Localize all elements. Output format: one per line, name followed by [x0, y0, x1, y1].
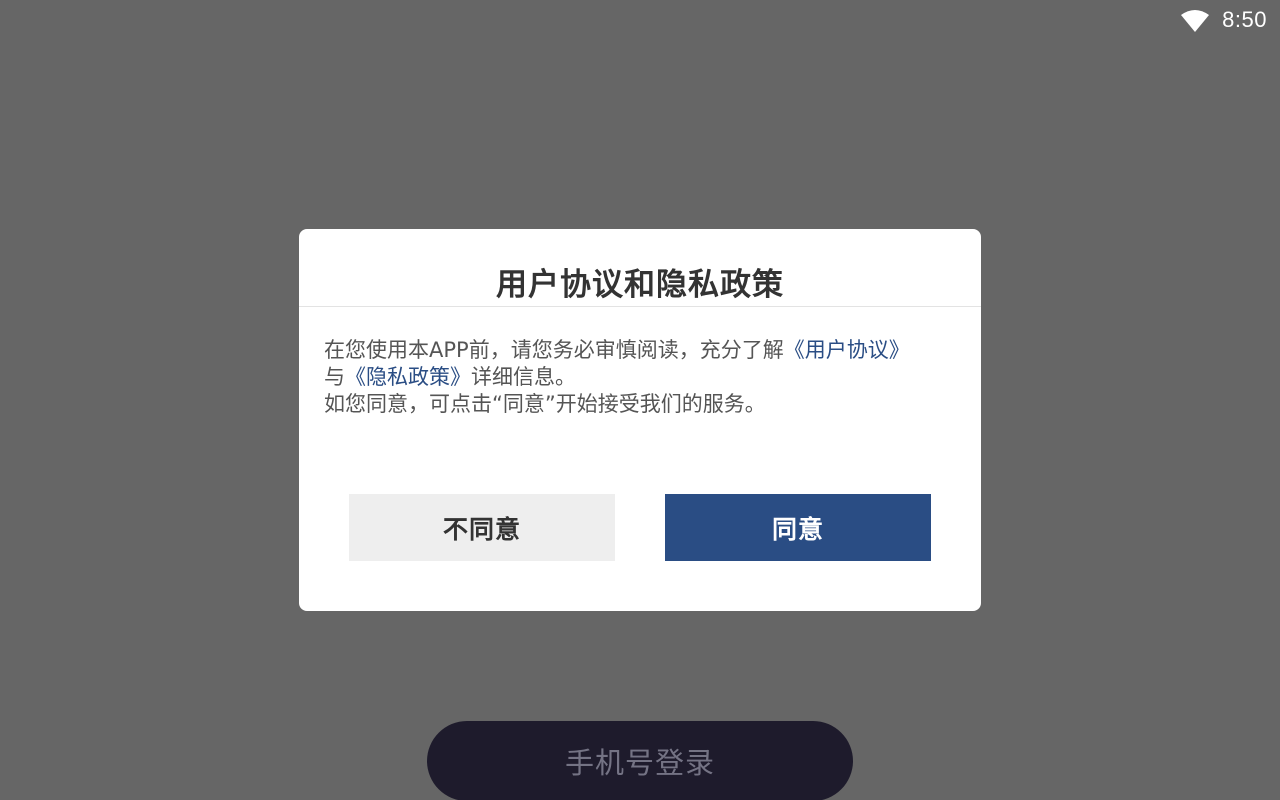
body-text-2: 与: [324, 365, 345, 389]
dialog-divider: [299, 306, 981, 307]
body-text-3: 详细信息。: [471, 365, 576, 389]
agree-button[interactable]: 同意: [665, 494, 931, 561]
privacy-consent-dialog: 用户协议和隐私政策 在您使用本APP前，请您务必审慎阅读，充分了解《用户协议》与…: [299, 229, 981, 611]
wifi-icon: [1181, 10, 1210, 32]
dialog-body-paragraph-1: 在您使用本APP前，请您务必审慎阅读，充分了解《用户协议》与《隐私政策》详细信息…: [324, 337, 929, 391]
dialog-body: 在您使用本APP前，请您务必审慎阅读，充分了解《用户协议》与《隐私政策》详细信息…: [324, 337, 929, 418]
status-time: 8:50: [1222, 7, 1267, 32]
disagree-button[interactable]: 不同意: [349, 494, 615, 561]
phone-login-button: 手机号登录: [427, 721, 853, 800]
privacy-policy-link[interactable]: 《隐私政策》: [345, 365, 471, 389]
user-agreement-link[interactable]: 《用户协议》: [784, 338, 910, 362]
dialog-body-paragraph-2: 如您同意，可点击“同意”开始接受我们的服务。: [324, 392, 766, 416]
body-text-1: 在您使用本APP前，请您务必审慎阅读，充分了解: [324, 338, 784, 362]
dialog-title: 用户协议和隐私政策: [496, 267, 784, 303]
status-bar: 8:50: [1180, 0, 1280, 40]
